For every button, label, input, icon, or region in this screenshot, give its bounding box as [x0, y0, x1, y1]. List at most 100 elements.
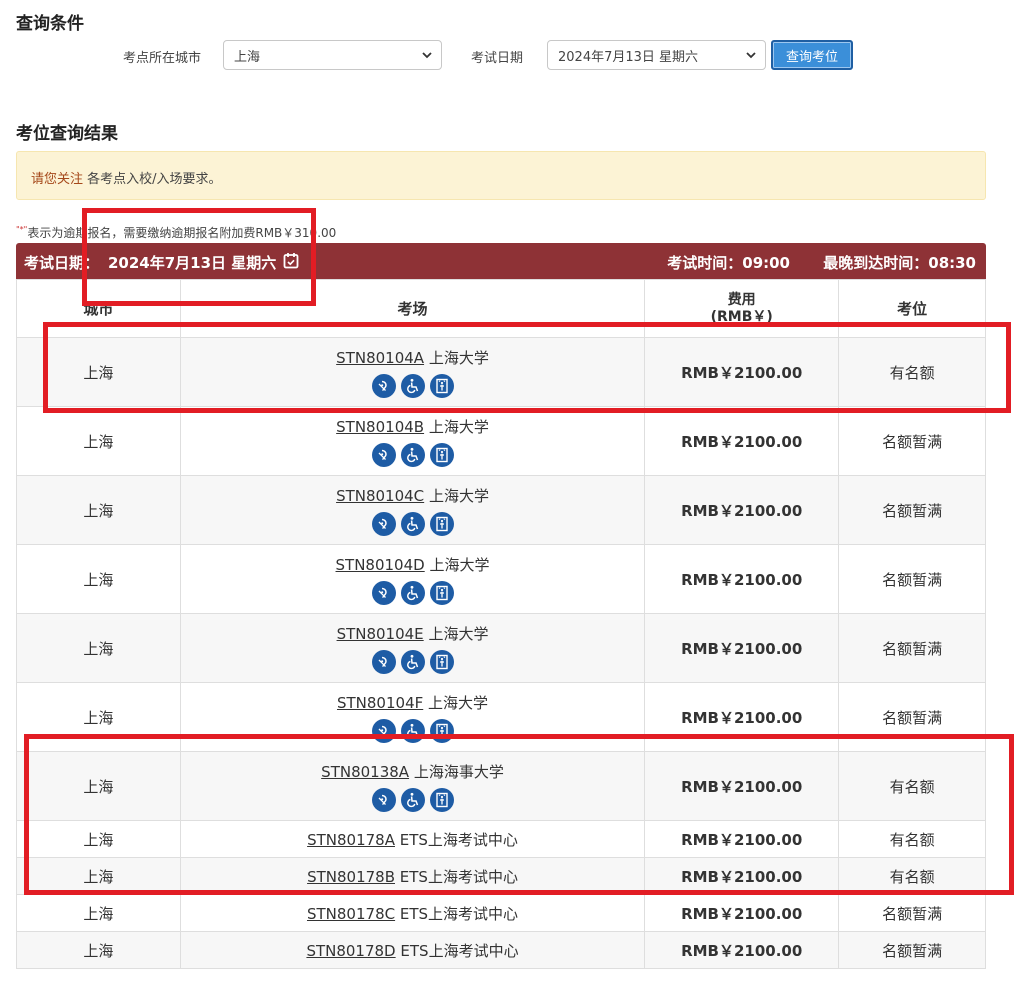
city-select-value: 上海: [234, 49, 261, 65]
latest-arrival-time: 最晚到达时间：08:30: [823, 254, 976, 272]
venue-code-link[interactable]: STN80104E: [337, 625, 424, 643]
cell-venue: STN80104D 上海大学: [179, 544, 646, 614]
venue-name: 上海大学: [428, 486, 489, 505]
date-label: 考试日期: [471, 51, 524, 66]
hearing-accessibility-icon: [371, 580, 396, 605]
venue-code-link[interactable]: STN80104D: [336, 556, 425, 574]
exam-date-header: 考试日期： 2024年7月13日 星期六 考试时间：09:00 最晚到达时间：0…: [16, 243, 986, 279]
hearing-accessibility-icon: [371, 787, 396, 812]
cell-venue: STN80178C ETS上海考试中心: [179, 894, 646, 932]
late-registration-note: "*"表示为逾期报名，需要缴纳逾期报名附加费RMB￥310.00: [16, 224, 336, 241]
cell-fee: RMB￥2100.00: [644, 894, 840, 932]
query-conditions-title: 查询条件: [16, 14, 84, 34]
venue-name: 上海大学: [428, 693, 489, 712]
notice-text: 各考点入校/入场要求。: [83, 172, 222, 187]
date-select-value: 2024年7月13日 星期六: [558, 49, 699, 65]
venue-name: ETS上海考试中心: [399, 830, 518, 849]
cell-fee: RMB￥2100.00: [644, 682, 840, 752]
cell-fee: RMB￥2100.00: [644, 751, 840, 821]
accessibility-icons: [181, 580, 644, 605]
hearing-accessibility-icon: [371, 649, 396, 674]
venue-code-link[interactable]: STN80104C: [336, 487, 424, 505]
column-header-venue: 考场: [179, 279, 646, 338]
table-row: 上海 STN80178C ETS上海考试中心 RMB￥2100.00 名额暂满: [16, 894, 986, 932]
hearing-accessibility-icon: [371, 511, 396, 536]
table-row: 上海 STN80178A ETS上海考试中心 RMB￥2100.00 有名额: [16, 820, 986, 858]
accessibility-icons: [181, 718, 644, 743]
late-star-marker: "*": [16, 225, 28, 234]
table-row: 上海 STN80104A 上海大学 RMB￥2100.00 有名额: [16, 337, 986, 407]
venue-code-link[interactable]: STN80104F: [337, 694, 423, 712]
table-row: 上海 STN80104F 上海大学 RMB￥2100.00 名额暂满: [16, 682, 986, 752]
cell-fee: RMB￥2100.00: [644, 544, 840, 614]
wheelchair-accessibility-icon: [400, 580, 425, 605]
notice-banner: 请您关注 各考点入校/入场要求。: [16, 151, 986, 200]
cell-seat-status: 名额暂满: [838, 406, 986, 476]
cell-venue: STN80178B ETS上海考试中心: [179, 857, 646, 895]
cell-venue: STN80104F 上海大学: [179, 682, 646, 752]
cell-venue: STN80104B 上海大学: [179, 406, 646, 476]
date-select[interactable]: 2024年7月13日 星期六: [547, 40, 766, 70]
elevator-icon: [429, 649, 454, 674]
notice-highlight-link[interactable]: 请您关注: [31, 172, 83, 187]
cell-city: 上海: [16, 894, 181, 932]
cell-fee: RMB￥2100.00: [644, 475, 840, 545]
venue-name: 上海大学: [428, 348, 489, 367]
elevator-icon: [429, 718, 454, 743]
exam-time: 考试时间：09:00: [667, 254, 790, 272]
venue-name: 上海大学: [428, 417, 489, 436]
elevator-icon: [429, 511, 454, 536]
cell-venue: STN80178A ETS上海考试中心: [179, 820, 646, 858]
venue-code-link[interactable]: STN80138A: [321, 763, 409, 781]
table-row: 上海 STN80104D 上海大学 RMB￥2100.00 名额暂满: [16, 544, 986, 614]
city-select[interactable]: 上海: [223, 40, 442, 70]
cell-seat-status: 名额暂满: [838, 544, 986, 614]
cell-seat-status: 有名额: [838, 337, 986, 407]
venue-code-link[interactable]: STN80104A: [336, 349, 424, 367]
table-row: 上海 STN80178B ETS上海考试中心 RMB￥2100.00 有名额: [16, 857, 986, 895]
column-header-seat: 考位: [838, 279, 986, 338]
fee-header-line1: 费用: [727, 291, 756, 308]
cell-city: 上海: [16, 337, 181, 407]
venue-name: 上海海事大学: [413, 762, 504, 781]
cell-fee: RMB￥2100.00: [644, 931, 840, 969]
table-row: 上海 STN80138A 上海海事大学 RMB￥2100.00 有名额: [16, 751, 986, 821]
exam-date-label: 考试日期：: [24, 254, 100, 272]
cell-fee: RMB￥2100.00: [644, 857, 840, 895]
cell-fee: RMB￥2100.00: [644, 613, 840, 683]
elevator-icon: [429, 373, 454, 398]
cell-seat-status: 有名额: [838, 857, 986, 895]
wheelchair-accessibility-icon: [400, 511, 425, 536]
cell-venue: STN80138A 上海海事大学: [179, 751, 646, 821]
calendar-check-icon[interactable]: [283, 252, 299, 269]
venue-code-link[interactable]: STN80178D: [306, 942, 395, 960]
cell-city: 上海: [16, 820, 181, 858]
wheelchair-accessibility-icon: [400, 442, 425, 467]
cell-seat-status: 名额暂满: [838, 475, 986, 545]
venue-code-link[interactable]: STN80104B: [336, 418, 424, 436]
cell-seat-status: 名额暂满: [838, 894, 986, 932]
venue-code-link[interactable]: STN80178C: [307, 905, 395, 923]
cell-fee: RMB￥2100.00: [644, 820, 840, 858]
venue-code-link[interactable]: STN80178B: [307, 868, 395, 886]
hearing-accessibility-icon: [371, 442, 396, 467]
table-row: 上海 STN80104B 上海大学 RMB￥2100.00 名额暂满: [16, 406, 986, 476]
venue-name: ETS上海考试中心: [400, 941, 519, 960]
table-header-row: 城市 考场 费用 (RMB￥) 考位: [16, 279, 986, 338]
query-seats-button[interactable]: 查询考位: [771, 40, 853, 70]
cell-city: 上海: [16, 751, 181, 821]
table-body: 上海 STN80104A 上海大学 RMB￥2100.00 有名额 上海 STN80104…: [16, 337, 986, 969]
cell-city: 上海: [16, 613, 181, 683]
cell-city: 上海: [16, 475, 181, 545]
venue-name: 上海大学: [428, 624, 489, 643]
column-header-city: 城市: [16, 279, 181, 338]
late-note-text: 表示为逾期报名，需要缴纳逾期报名附加费RMB￥310.00: [27, 226, 337, 240]
cell-venue: STN80104C 上海大学: [179, 475, 646, 545]
cell-seat-status: 名额暂满: [838, 931, 986, 969]
hearing-accessibility-icon: [371, 373, 396, 398]
venue-name: ETS上海考试中心: [399, 904, 519, 923]
venue-code-link[interactable]: STN80178A: [307, 831, 395, 849]
cell-city: 上海: [16, 544, 181, 614]
venue-name: 上海大学: [429, 555, 490, 574]
table-row: 上海 STN80178D ETS上海考试中心 RMB￥2100.00 名额暂满: [16, 931, 986, 969]
